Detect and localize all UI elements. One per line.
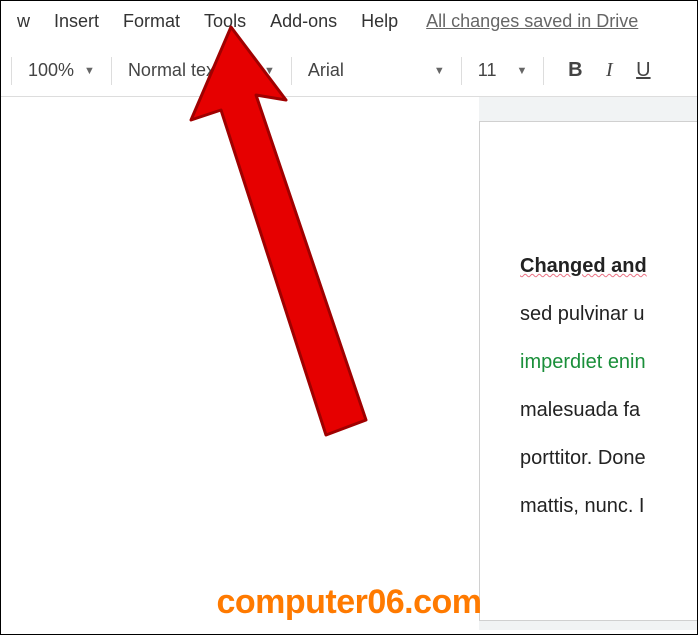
- page-container: Changed and sed pulvinar u imperdiet eni…: [479, 97, 697, 630]
- font-size-select[interactable]: 11 ▼: [468, 45, 538, 96]
- caret-down-icon: ▼: [434, 65, 445, 77]
- document-page[interactable]: Changed and sed pulvinar u imperdiet eni…: [479, 121, 697, 621]
- underline-button[interactable]: U: [626, 59, 660, 82]
- toolbar-separator: [461, 57, 462, 85]
- menubar: w Insert Format Tools Add-ons Help All c…: [1, 1, 697, 45]
- doc-line: sed pulvinar u: [520, 290, 697, 338]
- caret-down-icon: ▼: [84, 65, 95, 77]
- caret-down-icon: ▼: [516, 65, 527, 77]
- paragraph-style-select[interactable]: Normal text ▼: [118, 45, 285, 96]
- doc-line: imperdiet enin: [520, 338, 697, 386]
- menu-addons[interactable]: Add-ons: [258, 9, 349, 34]
- doc-line: mattis, nunc. I: [520, 482, 697, 530]
- caret-down-icon: ▼: [264, 65, 275, 77]
- zoom-value: 100%: [28, 60, 74, 81]
- toolbar: 100% ▼ Normal text ▼ Arial ▼ 11 ▼ B I U: [1, 45, 697, 97]
- workspace: Changed and sed pulvinar u imperdiet eni…: [1, 97, 697, 630]
- doc-line: porttitor. Done: [520, 434, 697, 482]
- menu-format[interactable]: Format: [111, 9, 192, 34]
- bold-button[interactable]: B: [558, 59, 592, 82]
- font-family-value: Arial: [308, 60, 344, 81]
- font-family-select[interactable]: Arial ▼: [298, 45, 455, 96]
- menu-view[interactable]: w: [5, 9, 42, 34]
- toolbar-separator: [11, 57, 12, 85]
- toolbar-separator: [291, 57, 292, 85]
- menu-insert[interactable]: Insert: [42, 9, 111, 34]
- doc-line: Changed and: [520, 242, 697, 290]
- menu-help[interactable]: Help: [349, 9, 410, 34]
- menu-tools[interactable]: Tools: [192, 9, 258, 34]
- zoom-select[interactable]: 100% ▼: [18, 45, 105, 96]
- italic-button[interactable]: I: [592, 59, 626, 82]
- toolbar-separator: [111, 57, 112, 85]
- toolbar-separator: [543, 57, 544, 85]
- save-status[interactable]: All changes saved in Drive: [426, 11, 638, 32]
- doc-line: malesuada fa: [520, 386, 697, 434]
- font-size-value: 11: [478, 60, 497, 81]
- left-margin: [1, 97, 479, 630]
- paragraph-style-value: Normal text: [128, 60, 220, 81]
